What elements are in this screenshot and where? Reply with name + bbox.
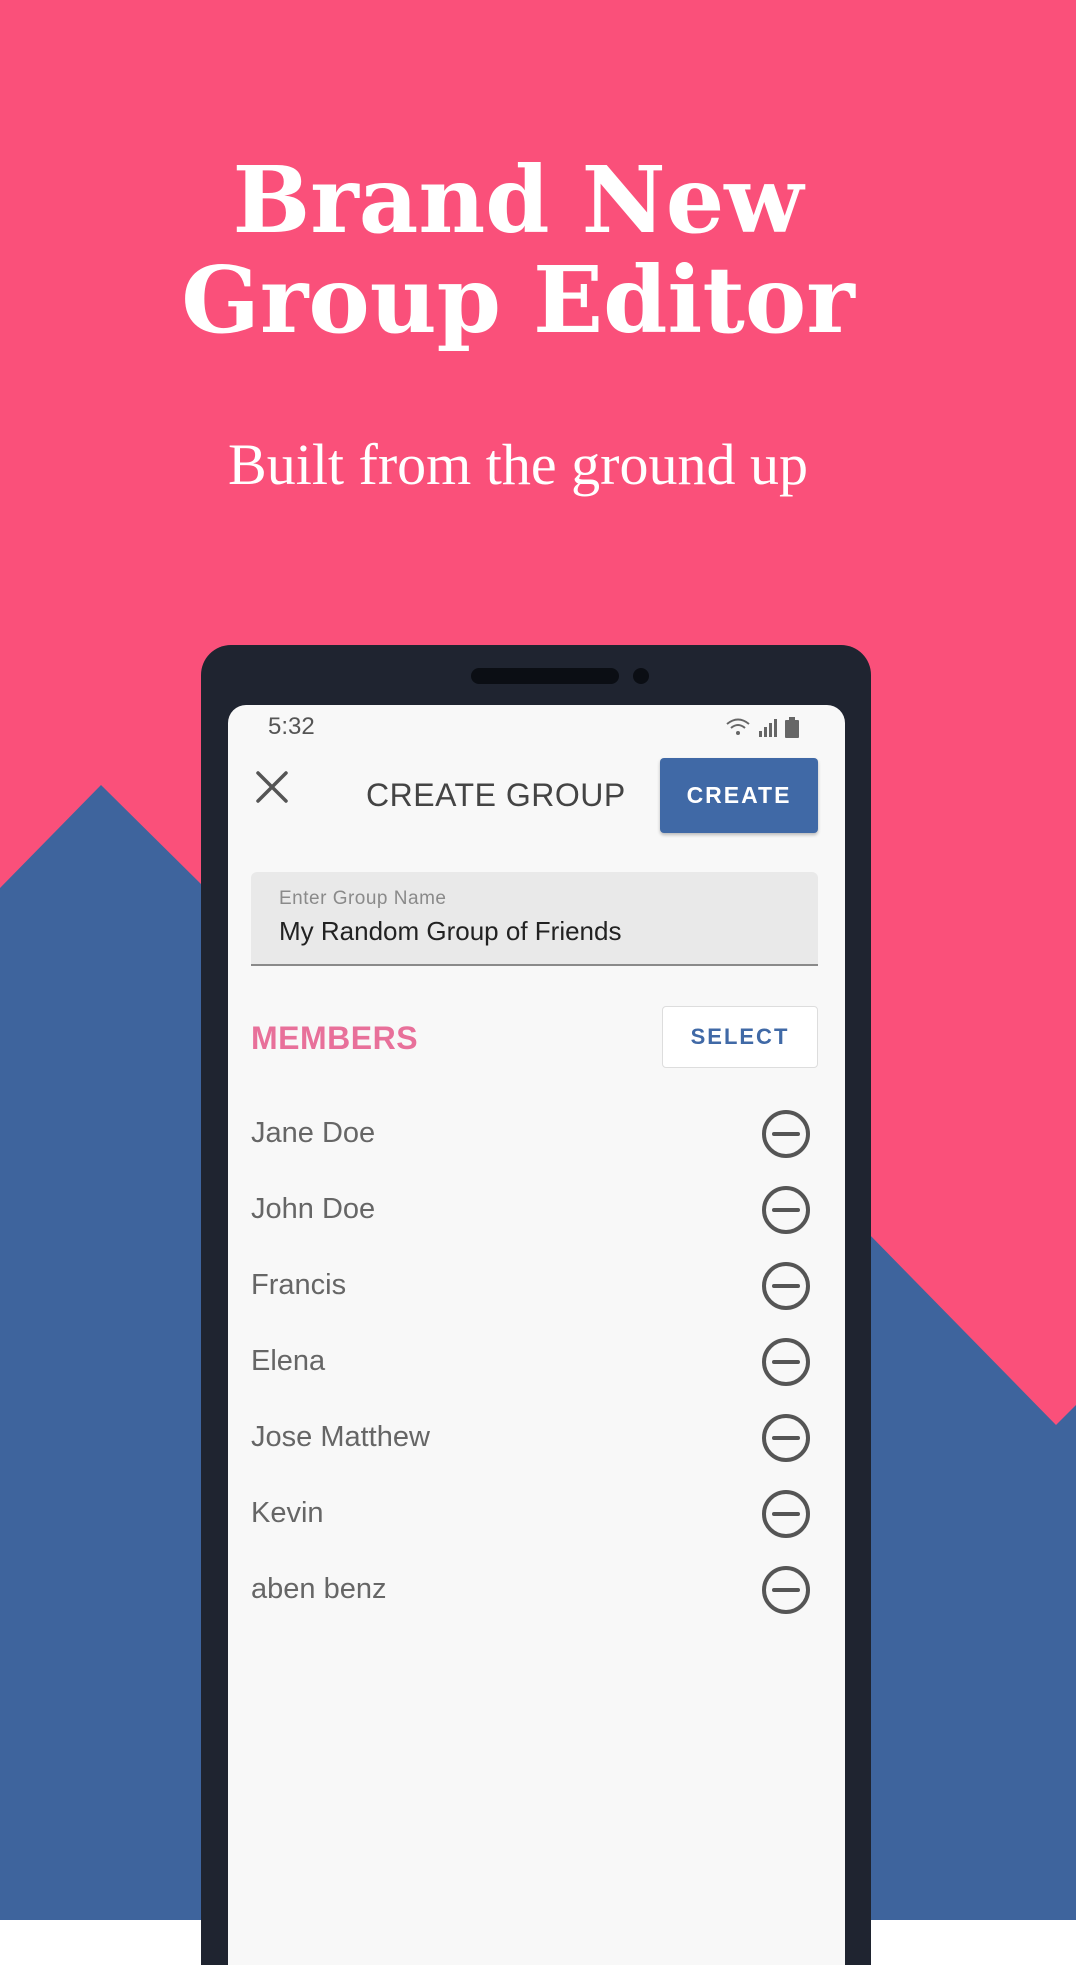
remove-member-button[interactable] <box>761 1489 811 1539</box>
background-blue-mountains <box>0 785 205 1920</box>
member-row: aben benz <box>228 1551 845 1627</box>
status-time: 5:32 <box>268 713 315 740</box>
page-title: CREATE GROUP <box>366 777 626 813</box>
headline-line-1: Brand New <box>232 146 804 254</box>
member-name: aben benz <box>251 1573 387 1605</box>
remove-circle-icon <box>762 1414 810 1462</box>
member-name: Elena <box>251 1345 326 1377</box>
select-members-button[interactable]: SELECT <box>662 1006 818 1068</box>
members-heading: MEMBERS <box>251 1020 419 1056</box>
member-name: John Doe <box>251 1193 376 1225</box>
signal-icon <box>759 719 777 737</box>
headline-line-2: Group Editor <box>181 246 855 354</box>
status-icons <box>726 717 799 738</box>
member-row: Elena <box>228 1323 845 1399</box>
group-name-field[interactable]: Enter Group Name My Random Group of Frie… <box>251 872 818 966</box>
remove-member-button[interactable] <box>761 1109 811 1159</box>
member-name: Jose Matthew <box>251 1421 430 1453</box>
phone-frame: 5:32 CREATE GROUP CREATE Enter Group Nam… <box>201 645 871 1965</box>
remove-member-button[interactable] <box>761 1565 811 1615</box>
member-row: Jose Matthew <box>228 1399 845 1475</box>
wifi-icon <box>726 718 750 735</box>
remove-member-button[interactable] <box>761 1185 811 1235</box>
member-row: Francis <box>228 1247 845 1323</box>
remove-circle-icon <box>762 1110 810 1158</box>
remove-circle-icon <box>762 1338 810 1386</box>
member-row: Jane Doe <box>228 1095 845 1171</box>
remove-member-button[interactable] <box>761 1261 811 1311</box>
member-row: John Doe <box>228 1171 845 1247</box>
remove-circle-icon <box>762 1490 810 1538</box>
promo-headline: Brand New Group Editor <box>0 150 1036 350</box>
promo-subtitle: Built from the ground up <box>228 432 808 497</box>
phone-camera <box>633 668 649 684</box>
battery-icon <box>785 717 799 738</box>
remove-member-button[interactable] <box>761 1413 811 1463</box>
close-icon <box>256 771 288 803</box>
member-name: Kevin <box>251 1497 324 1529</box>
close-button[interactable] <box>250 765 294 809</box>
remove-circle-icon <box>762 1566 810 1614</box>
create-button[interactable]: CREATE <box>660 758 818 833</box>
member-list: Jane Doe John Doe Francis Elena Jose Matthew… <box>228 1095 845 1627</box>
status-bar: 5:32 <box>228 705 845 749</box>
app-screen: 5:32 CREATE GROUP CREATE Enter Group Nam… <box>228 705 845 1965</box>
group-name-value[interactable]: My Random Group of Friends <box>279 916 621 947</box>
member-name: Francis <box>251 1269 347 1301</box>
phone-speaker <box>471 668 619 684</box>
remove-circle-icon <box>762 1186 810 1234</box>
remove-member-button[interactable] <box>761 1337 811 1387</box>
member-name: Jane Doe <box>251 1117 376 1149</box>
group-name-label: Enter Group Name <box>279 888 447 909</box>
member-row: Kevin <box>228 1475 845 1551</box>
remove-circle-icon <box>762 1262 810 1310</box>
